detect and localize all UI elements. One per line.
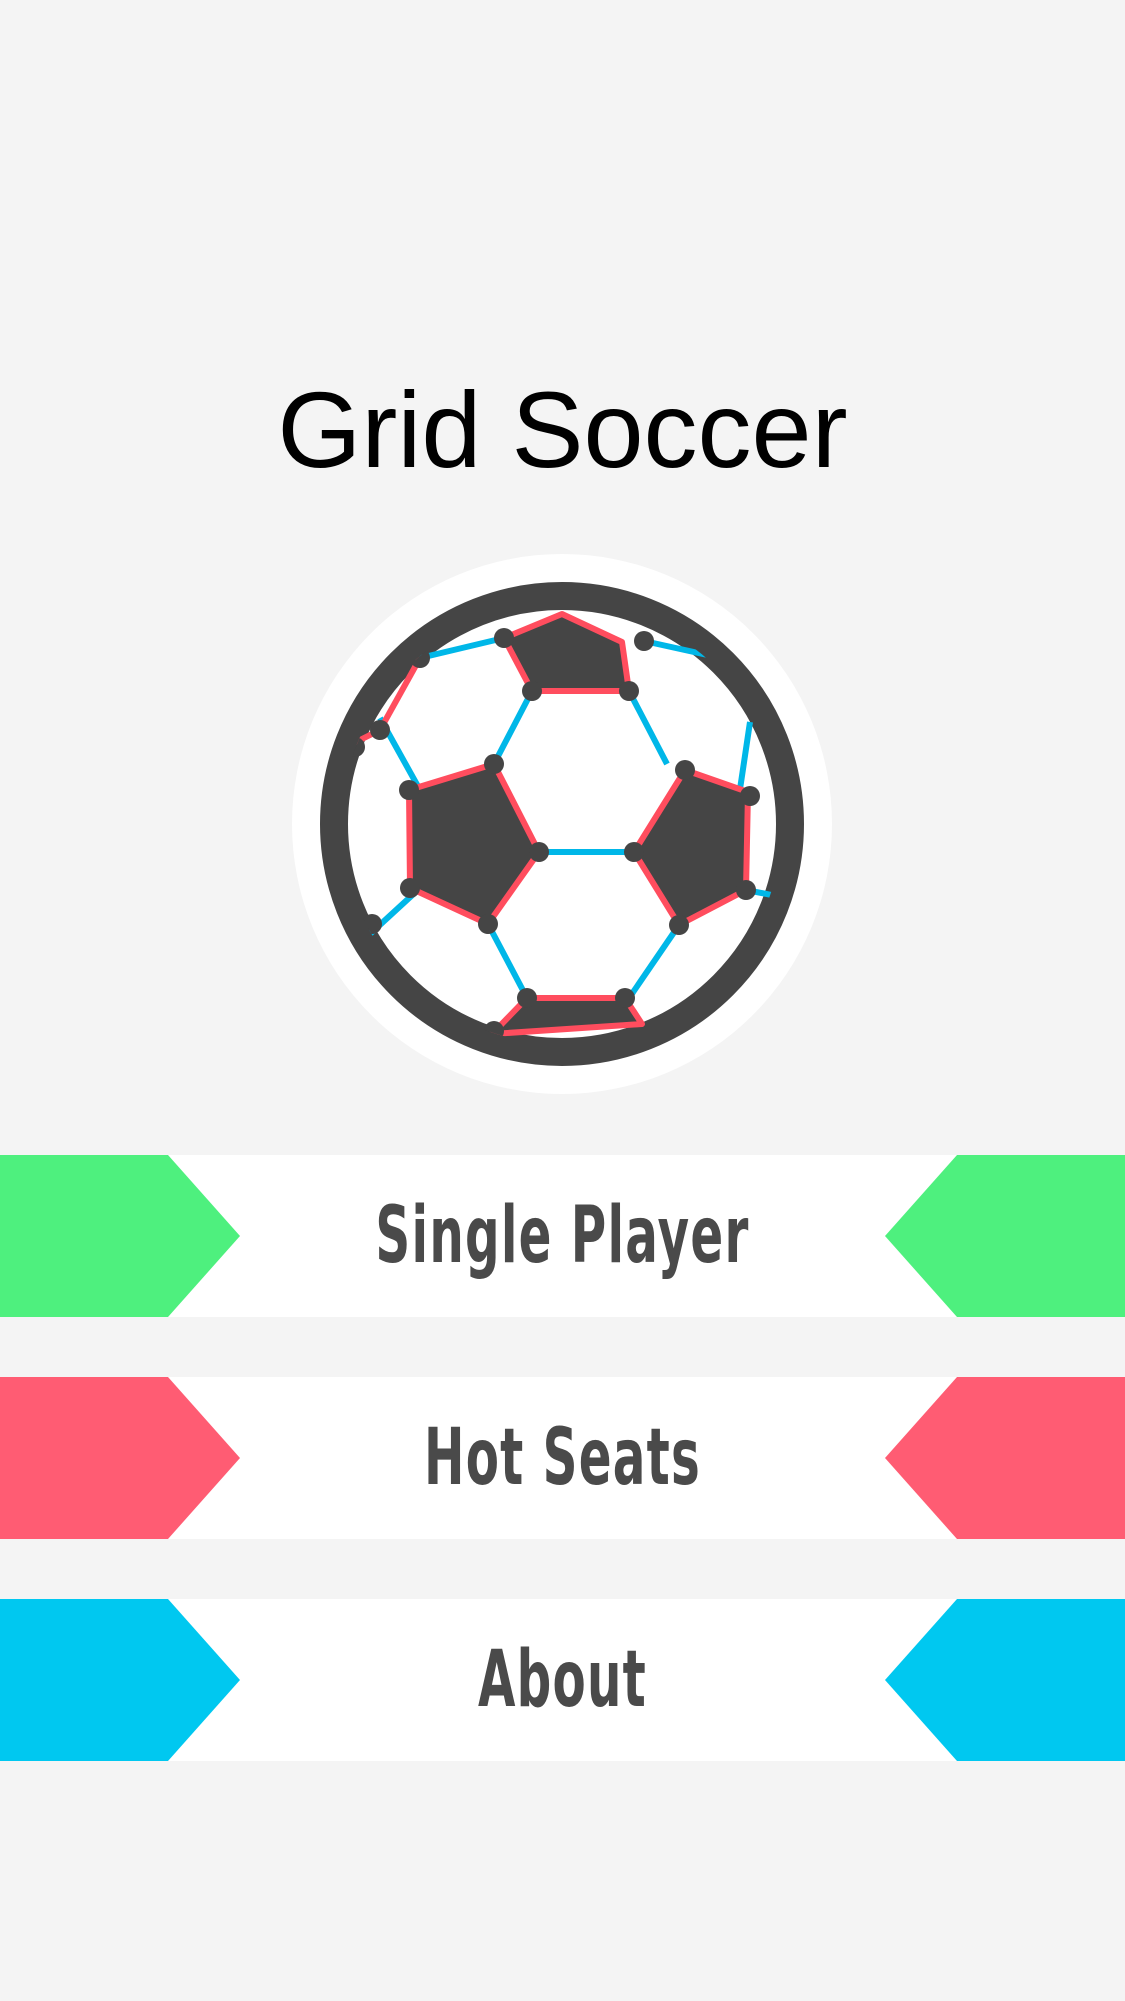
right-arrow-icon bbox=[885, 1155, 1125, 1317]
about-label: About bbox=[477, 1635, 648, 1725]
single-player-label: Single Player bbox=[375, 1191, 750, 1281]
hot-seats-label: Hot Seats bbox=[424, 1413, 701, 1503]
soccer-ball-icon bbox=[292, 554, 832, 1094]
right-arrow-icon bbox=[885, 1377, 1125, 1539]
single-player-button[interactable]: Single Player bbox=[0, 1155, 1125, 1317]
right-arrow-icon bbox=[885, 1599, 1125, 1761]
about-button[interactable]: About bbox=[0, 1599, 1125, 1761]
left-arrow-icon bbox=[0, 1599, 240, 1761]
left-arrow-icon bbox=[0, 1155, 240, 1317]
left-arrow-icon bbox=[0, 1377, 240, 1539]
hot-seats-button[interactable]: Hot Seats bbox=[0, 1377, 1125, 1539]
app-title: Grid Soccer bbox=[277, 369, 848, 490]
